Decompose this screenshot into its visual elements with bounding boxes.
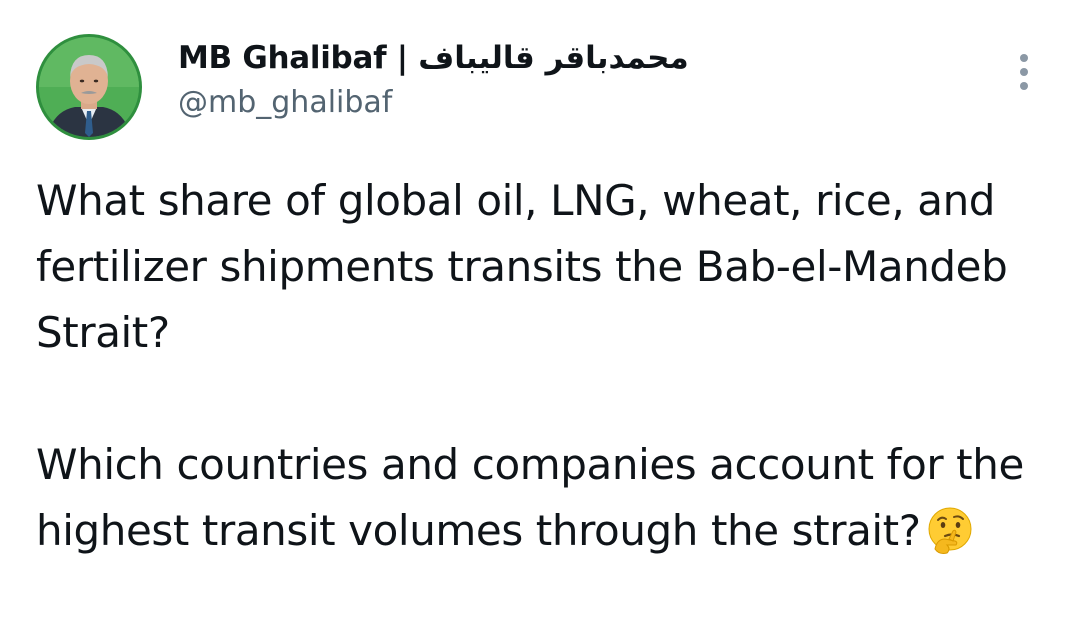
display-name[interactable]: MB Ghalibaf | محمدباقر قالیباف — [178, 36, 689, 80]
tweet-card: MB Ghalibaf | محمدباقر قالیباف @mb_ghali… — [0, 0, 1080, 637]
avatar[interactable] — [36, 34, 142, 140]
profile-photo-icon — [39, 37, 139, 137]
author-names: MB Ghalibaf | محمدباقر قالیباف @mb_ghali… — [178, 36, 689, 124]
more-options-button[interactable] — [1014, 54, 1034, 94]
tweet-header: MB Ghalibaf | محمدباقر قالیباف @mb_ghali… — [36, 32, 1046, 142]
tweet-paragraph: Which countries and companies account fo… — [36, 440, 1024, 555]
thinking-face-emoji-icon — [928, 507, 972, 554]
user-handle[interactable]: @mb_ghalibaf — [178, 82, 689, 124]
tweet-text: What share of global oil, LNG, wheat, ri… — [36, 168, 1036, 564]
more-options-icon — [1020, 54, 1028, 62]
tweet-paragraph: What share of global oil, LNG, wheat, ri… — [36, 176, 1008, 357]
